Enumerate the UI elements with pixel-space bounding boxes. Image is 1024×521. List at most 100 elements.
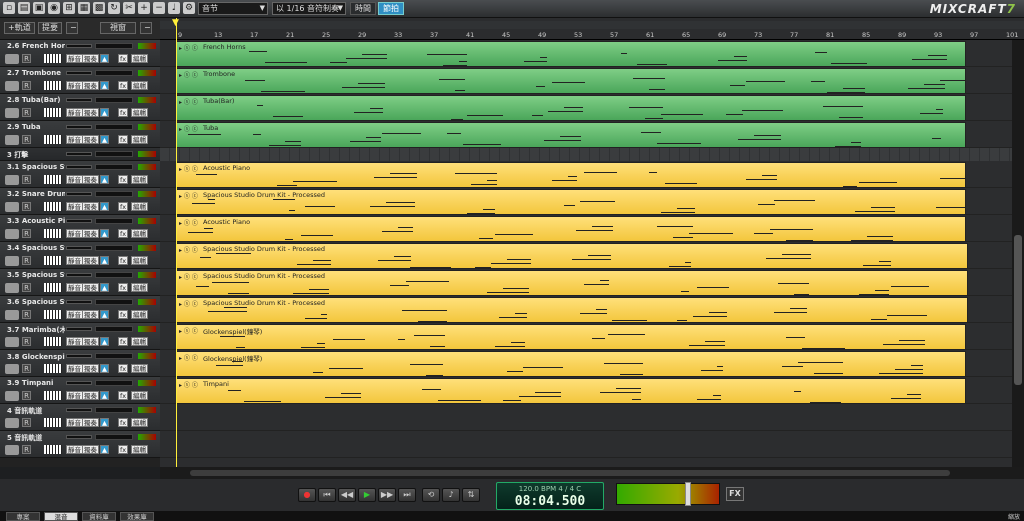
clip[interactable]: ▸ ⓢ ⓒ Timpani xyxy=(176,378,966,404)
tab-library[interactable]: 資料庫 xyxy=(82,512,116,521)
horizontal-scroll-thumb[interactable] xyxy=(190,470,950,476)
fx-button[interactable]: fx xyxy=(118,108,129,117)
clip[interactable]: ▸ ⓢ ⓒ Spacious Studio Drum Kit - Processe… xyxy=(176,243,968,269)
edit-button[interactable]: 編輯 xyxy=(131,364,148,373)
piano-keys-icon[interactable] xyxy=(44,283,62,292)
piano-keys-icon[interactable] xyxy=(44,229,62,238)
clip[interactable]: ▸ ⓢ ⓒ Glockenspiel(鐘琴) xyxy=(176,351,966,377)
mode-select[interactable]: 提要 xyxy=(38,22,62,34)
track-pan-slider[interactable] xyxy=(95,272,133,278)
automation-icon[interactable]: ▲ xyxy=(100,337,109,346)
clip-menu-icon[interactable]: ▸ ⓢ ⓒ xyxy=(179,326,198,335)
mute-button[interactable]: 靜音 xyxy=(66,256,83,265)
arm-record-button[interactable]: R xyxy=(22,135,31,144)
master-volume-knob[interactable] xyxy=(685,482,691,506)
settings-icon[interactable]: ⚙ xyxy=(183,2,195,14)
clip-menu-icon[interactable]: ▸ ⓢ ⓒ xyxy=(179,191,198,200)
track-name[interactable]: 2.6 French Horns xyxy=(7,42,65,50)
track-header-3-2[interactable]: 3.2 Snare Drum R 靜音 獨奏 fx 編輯 ▲ xyxy=(0,188,160,215)
clip-menu-icon[interactable]: ▸ ⓢ ⓒ xyxy=(179,272,198,281)
instrument-icon[interactable] xyxy=(5,229,19,239)
fx-button[interactable]: fx xyxy=(118,256,129,265)
tab-mixer[interactable]: 混音 xyxy=(44,512,78,521)
instrument-icon[interactable] xyxy=(5,310,19,320)
solo-button[interactable]: 獨奏 xyxy=(82,445,99,454)
piano-keys-icon[interactable] xyxy=(44,108,62,117)
fx-button[interactable]: fx xyxy=(118,445,129,454)
snap-select[interactable]: 音节 ▼ xyxy=(198,2,268,15)
fx-button[interactable]: fx xyxy=(118,310,129,319)
automation-icon[interactable]: ▲ xyxy=(100,175,109,184)
solo-button[interactable]: 獨奏 xyxy=(82,81,99,90)
track-volume-slider[interactable] xyxy=(66,273,92,277)
track-name[interactable]: 3 打擊 xyxy=(7,150,65,160)
track-lane[interactable] xyxy=(160,404,1012,431)
track-header-3-1[interactable]: 3.1 Spacious Studi R 靜音獨奏 fx編輯 ▲ xyxy=(0,161,160,188)
piano-keys-icon[interactable] xyxy=(44,337,62,346)
clip[interactable]: ▸ ⓢ ⓒ Tuba xyxy=(176,122,966,148)
arm-record-button[interactable]: R xyxy=(22,81,31,90)
instrument-icon[interactable] xyxy=(5,283,19,293)
tab-effects[interactable]: 效果庫 xyxy=(120,512,154,521)
solo-button[interactable]: 獨奏 xyxy=(82,310,99,319)
beat-mode-button[interactable]: 節拍 xyxy=(378,2,404,15)
track-pan-slider[interactable] xyxy=(95,164,133,170)
track-header-3-4[interactable]: 3.4 Spacious Studi R 靜音獨奏 fx編輯 ▲ xyxy=(0,242,160,269)
arm-record-button[interactable]: R xyxy=(22,445,31,454)
fx-button[interactable]: fx xyxy=(118,229,129,238)
edit-button[interactable]: 編輯 xyxy=(131,337,148,346)
fast-forward-button[interactable]: ▶▶ xyxy=(378,488,396,502)
solo-button[interactable]: 獨奏 xyxy=(82,175,99,184)
window-icon[interactable]: ▦ xyxy=(78,2,90,14)
track-header-4[interactable]: 4 音訊軌道 R 靜音 獨奏 fx 編輯 ▲ xyxy=(0,404,160,431)
automation-icon[interactable]: ▲ xyxy=(100,445,109,454)
clip[interactable]: ▸ ⓢ ⓒ Glockenspiel(鐘琴) xyxy=(176,324,966,350)
track-pan-slider[interactable] xyxy=(95,124,133,130)
track-pan-slider[interactable] xyxy=(95,353,133,359)
arm-record-button[interactable]: R xyxy=(22,337,31,346)
edit-button[interactable]: 編輯 xyxy=(131,202,148,211)
track-name[interactable]: 2.7 Trombone xyxy=(7,69,65,77)
add-track-button[interactable]: +軌道 xyxy=(4,22,35,34)
mixer-icon[interactable]: ⊞ xyxy=(63,2,75,14)
track-volume-slider[interactable] xyxy=(66,44,92,48)
arm-record-button[interactable]: R xyxy=(22,175,31,184)
track-volume-slider[interactable] xyxy=(66,408,92,412)
record-setup-icon[interactable]: ◉ xyxy=(48,2,60,14)
track-header-2-9[interactable]: 2.9 Tuba R 靜音 獨奏 fx 編輯 ▲ xyxy=(0,121,160,148)
solo-button[interactable]: 獨奏 xyxy=(82,135,99,144)
mute-button[interactable]: 靜音 xyxy=(66,229,83,238)
track-volume-slider[interactable] xyxy=(66,192,92,196)
track-header-5[interactable]: 5 音訊軌道 R 靜音 獨奏 fx 編輯 ▲ xyxy=(0,431,160,458)
track-name[interactable]: 2.9 Tuba xyxy=(7,123,65,131)
automation-icon[interactable]: ▲ xyxy=(100,229,109,238)
piano-keys-icon[interactable] xyxy=(44,202,62,211)
edit-button[interactable]: 編輯 xyxy=(131,54,148,63)
instrument-icon[interactable] xyxy=(5,391,19,401)
track-pan-slider[interactable] xyxy=(95,326,133,332)
clip[interactable]: ▸ ⓢ ⓒ Spacious Studio Drum Kit - Processe… xyxy=(176,270,968,296)
automation-icon[interactable]: ▲ xyxy=(100,202,109,211)
track-header-3-9[interactable]: 3.9 Timpani R 靜音 獨奏 fx 編輯 ▲ xyxy=(0,377,160,404)
loop-region-bar[interactable] xyxy=(160,21,1024,29)
piano-keys-icon[interactable] xyxy=(44,135,62,144)
fx-button[interactable]: fx xyxy=(118,202,129,211)
clip-menu-icon[interactable]: ▸ ⓢ ⓒ xyxy=(179,380,198,389)
edit-button[interactable]: 編輯 xyxy=(131,135,148,144)
mute-button[interactable]: 靜音 xyxy=(66,54,83,63)
clip[interactable]: ▸ ⓢ ⓒ Spacious Studio Drum Kit - Processe… xyxy=(176,297,968,323)
arm-record-button[interactable]: R xyxy=(22,364,31,373)
instrument-icon[interactable] xyxy=(5,135,19,145)
piano-keys-icon[interactable] xyxy=(44,310,62,319)
solo-button[interactable]: 獨奏 xyxy=(82,229,99,238)
play-button[interactable]: ▶ xyxy=(358,488,376,502)
mute-button[interactable]: 靜音 xyxy=(66,418,83,427)
track-pan-slider[interactable] xyxy=(95,299,133,305)
instrument-icon[interactable] xyxy=(5,256,19,266)
mute-button[interactable]: 靜音 xyxy=(66,445,83,454)
grid-select[interactable]: 以 1/16 音符制奏 ▼ xyxy=(272,2,346,15)
clip[interactable]: ▸ ⓢ ⓒ French Horns xyxy=(176,41,966,67)
track-pan-slider[interactable] xyxy=(95,434,133,440)
master-fx-button[interactable]: FX xyxy=(726,487,744,501)
track-pan-slider[interactable] xyxy=(95,191,133,197)
